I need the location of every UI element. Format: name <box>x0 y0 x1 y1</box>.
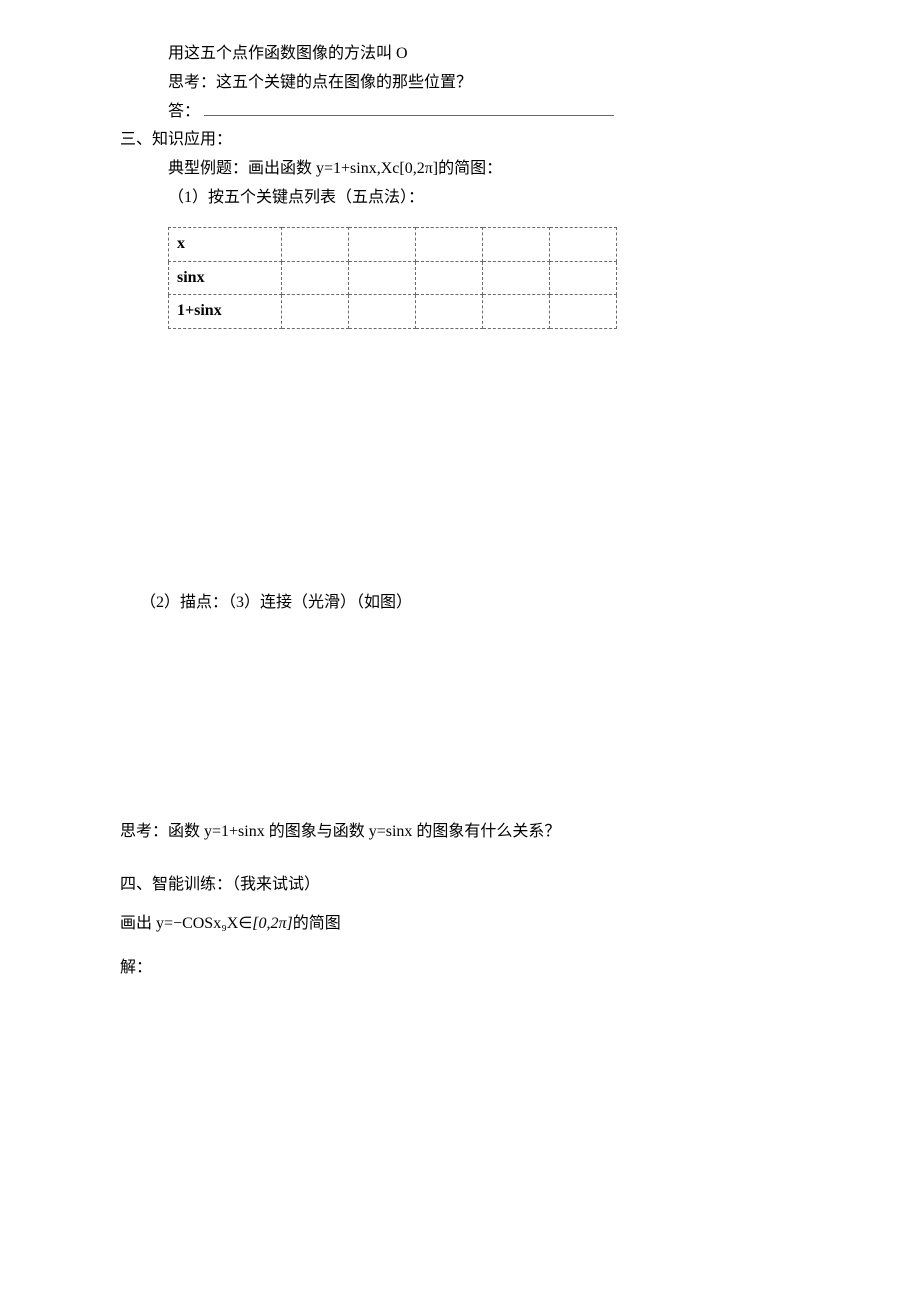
solve-label: 解： <box>120 954 800 983</box>
blank-graph-area-2 <box>120 618 800 818</box>
intro-line-2: 思考：这五个关键的点在图像的那些位置？ <box>168 69 800 98</box>
section-4-title: 四、智能训练：（我来试试） <box>120 871 800 900</box>
step-2-3: （2）描点：（3）连接（光滑）（如图） <box>140 589 800 618</box>
table-cell <box>349 261 416 295</box>
table-cell <box>349 295 416 329</box>
table-cell <box>550 227 617 261</box>
five-point-table: x sinx 1+sinx <box>168 227 617 329</box>
table-cell <box>349 227 416 261</box>
table-cell <box>416 261 483 295</box>
draw-prefix: 画出 <box>120 915 156 932</box>
table-cell <box>483 295 550 329</box>
table-cell <box>483 261 550 295</box>
table-cell <box>483 227 550 261</box>
row-header: x <box>169 227 282 261</box>
table-cell <box>550 261 617 295</box>
table-cell <box>416 295 483 329</box>
table-cell <box>282 295 349 329</box>
step-1: （1）按五个关键点列表（五点法）： <box>168 184 800 213</box>
intro-line-1: 用这五个点作函数图像的方法叫 O <box>168 40 800 69</box>
table-cell <box>282 261 349 295</box>
table-cell <box>282 227 349 261</box>
section-3-title: 三、知识应用： <box>120 126 800 155</box>
table-row: x <box>169 227 617 261</box>
table-cell <box>416 227 483 261</box>
answer-row: 答： <box>168 98 800 127</box>
table-row: sinx <box>169 261 617 295</box>
row-header: 1+sinx <box>169 295 282 329</box>
table-cell <box>550 295 617 329</box>
answer-blank-line <box>204 99 614 116</box>
blank-graph-area-1 <box>120 329 800 589</box>
answer-label: 答： <box>168 103 200 120</box>
draw-domain: [0,2π] <box>252 915 292 932</box>
draw-suffix: 的简图 <box>293 915 341 932</box>
draw-func: y=−COSx₉X∈ <box>156 915 252 932</box>
row-header: sinx <box>169 261 282 295</box>
draw-problem: 画出 y=−COSx₉X∈[0,2π]的简图 <box>120 910 800 939</box>
table-row: 1+sinx <box>169 295 617 329</box>
think-question: 思考：函数 y=1+sinx 的图象与函数 y=sinx 的图象有什么关系？ <box>120 818 800 847</box>
example-problem: 典型例题：画出函数 y=1+sinx,Xc[0,2π]的简图： <box>168 155 800 184</box>
